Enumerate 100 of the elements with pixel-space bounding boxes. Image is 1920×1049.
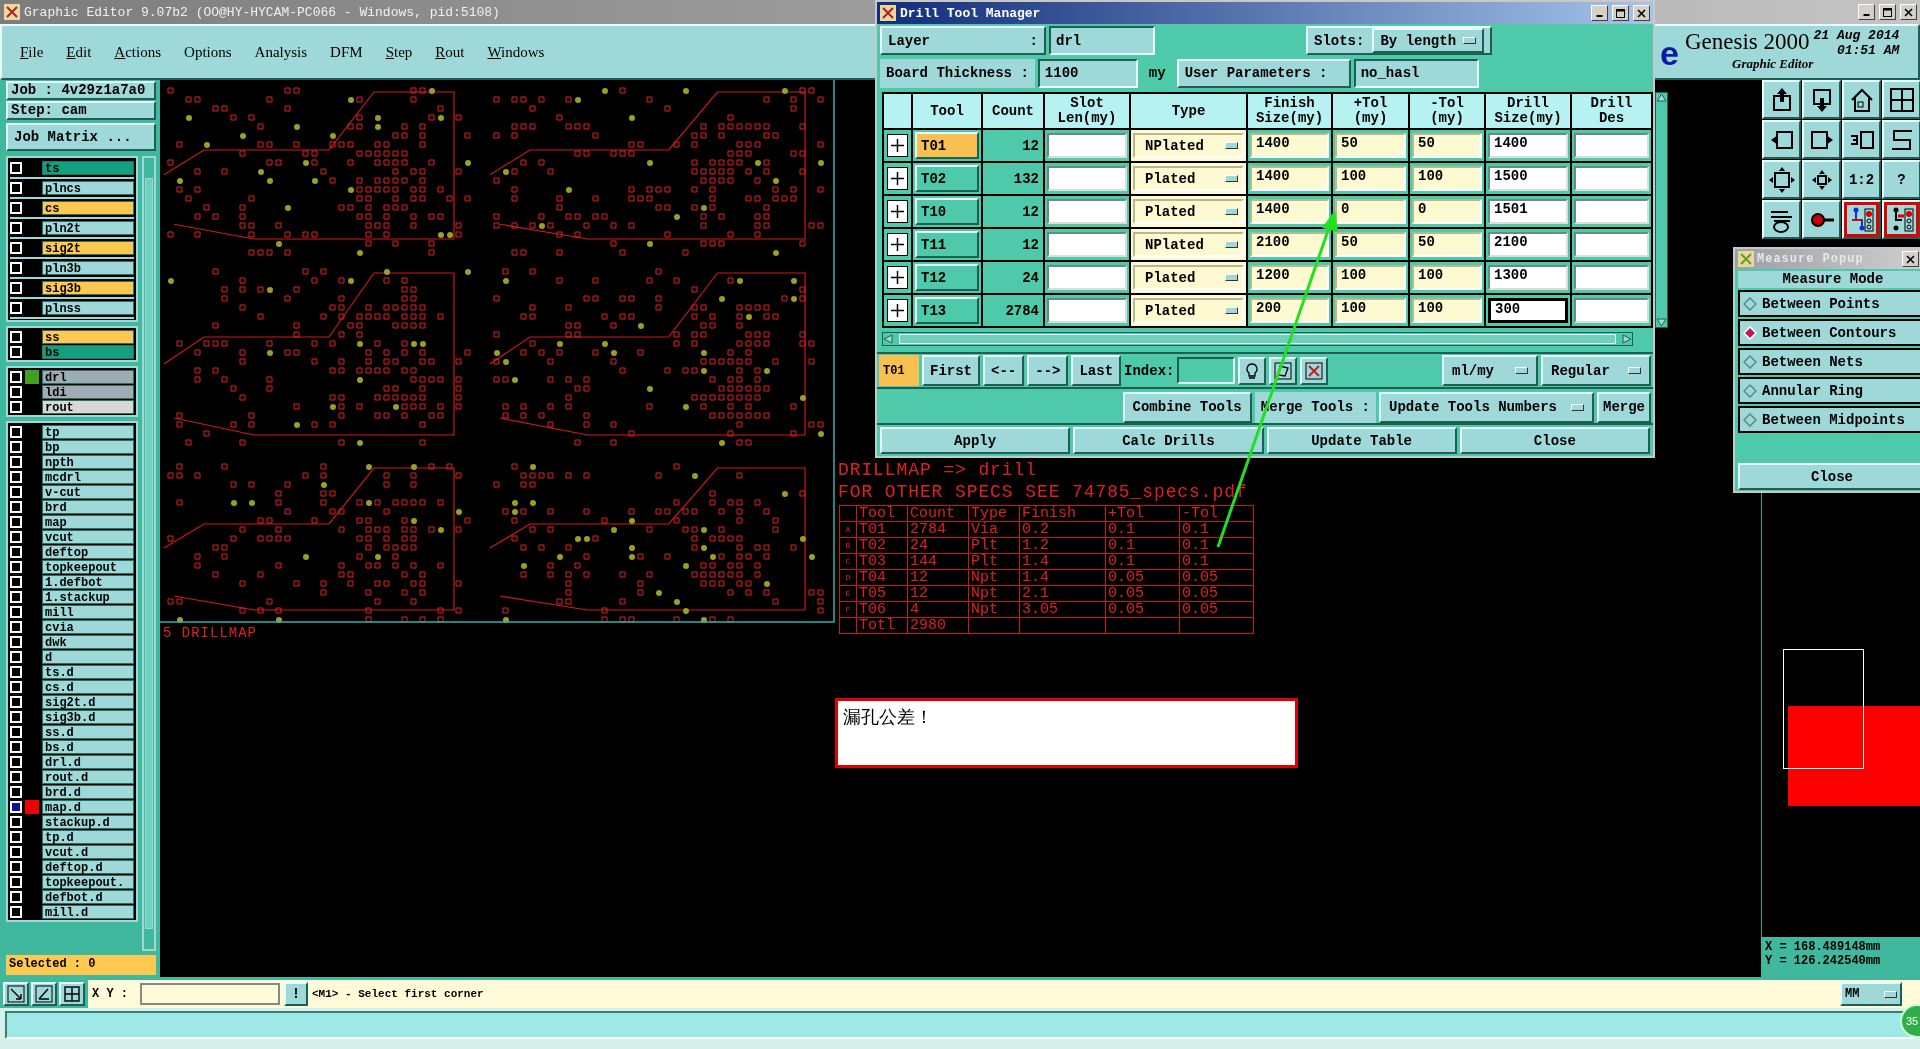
drill-size-field[interactable]: 1300	[1488, 265, 1568, 290]
drill-designator-field[interactable]	[1574, 133, 1649, 158]
finish-size-field[interactable]: 200	[1250, 298, 1329, 323]
scroll-left-icon[interactable]	[883, 334, 893, 344]
layer-name[interactable]: vcut.d	[42, 844, 134, 859]
merge-option-dropdown[interactable]: Update Tools Numbers	[1379, 391, 1594, 423]
close-button[interactable]	[1900, 4, 1917, 20]
finish-size-field[interactable]: 1400	[1250, 199, 1329, 224]
minus-tolerance-field[interactable]: 50	[1412, 232, 1482, 257]
units-dropdown[interactable]: ml/my	[1442, 355, 1538, 386]
toolbar-button[interactable]: ?	[1882, 160, 1920, 199]
drill-size-field[interactable]: 300	[1488, 298, 1568, 323]
layer-name[interactable]: mill.d	[42, 904, 134, 919]
layer-checkbox[interactable]	[10, 470, 22, 483]
drill-size-field[interactable]: 1500	[1488, 166, 1568, 191]
toolbar-button[interactable]	[1882, 200, 1920, 239]
type-dropdown[interactable]: Plated	[1133, 298, 1244, 323]
toolbar-button[interactable]	[1802, 200, 1841, 239]
layer-name[interactable]: brd	[42, 499, 134, 514]
radio-diamond-icon[interactable]	[1743, 296, 1757, 311]
finish-size-field[interactable]: 2100	[1250, 232, 1329, 257]
drill-size-field[interactable]: 2100	[1488, 232, 1568, 257]
layer-checkbox[interactable]	[10, 440, 22, 453]
layer-checkbox[interactable]	[10, 515, 22, 528]
minus-tolerance-field[interactable]: 100	[1412, 166, 1482, 191]
layer-name[interactable]: v-cut	[42, 484, 134, 499]
layer-checkbox[interactable]	[10, 575, 22, 588]
tool-button[interactable]: T10	[915, 198, 979, 225]
scrollbar[interactable]	[882, 332, 1633, 346]
menu-item[interactable]: Actions	[114, 43, 162, 61]
finish-size-field[interactable]: 1400	[1250, 133, 1329, 158]
scroll-right-icon[interactable]	[1622, 334, 1632, 344]
layer-name[interactable]: plnss	[42, 301, 134, 315]
close-button[interactable]: Close	[1738, 463, 1920, 490]
action-button[interactable]: Calc Drills	[1073, 427, 1264, 454]
nav-button[interactable]: First	[922, 355, 980, 386]
radio-diamond-icon[interactable]	[1743, 354, 1757, 369]
nav-button[interactable]: <--	[983, 355, 1025, 386]
layer-checkbox[interactable]	[10, 755, 22, 768]
toolbar-button[interactable]	[1762, 200, 1801, 239]
tool-button[interactable]: T12	[915, 264, 979, 291]
expand-button[interactable]	[887, 299, 908, 322]
layer-field[interactable]: drl	[1049, 26, 1155, 55]
layer-checkbox[interactable]	[10, 262, 22, 274]
layer-name[interactable]: sig2t.d	[42, 694, 134, 709]
measure-mode-option[interactable]: Between Midpoints	[1738, 406, 1920, 433]
angle-button[interactable]	[31, 982, 57, 1006]
layer-name[interactable]: ss	[42, 329, 134, 344]
menu-item[interactable]: Analysis	[254, 43, 308, 61]
layer-name[interactable]: ldi	[42, 384, 134, 399]
layer-checkbox[interactable]	[10, 345, 22, 358]
layer-name[interactable]: sig2t	[42, 241, 134, 255]
plus-tolerance-field[interactable]: 100	[1335, 298, 1406, 323]
toolbar-button[interactable]	[1882, 80, 1920, 119]
layer-name[interactable]: pln3b	[42, 261, 134, 275]
layer-checkbox[interactable]	[10, 545, 22, 558]
layer-name[interactable]: defbot.d	[42, 889, 134, 904]
close-button[interactable]	[1633, 5, 1650, 21]
layer-checkbox[interactable]	[10, 710, 22, 723]
layer-checkbox[interactable]	[10, 680, 22, 693]
layer-name[interactable]: map	[42, 514, 134, 529]
layer-checkbox[interactable]	[10, 650, 22, 663]
layer-checkbox[interactable]	[10, 635, 22, 648]
action-button[interactable]: Update Table	[1266, 427, 1457, 454]
minus-tolerance-field[interactable]: 100	[1412, 298, 1482, 323]
layer-checkbox[interactable]	[10, 620, 22, 633]
menu-item[interactable]: Edit	[66, 43, 92, 61]
nav-button[interactable]: Last	[1071, 355, 1122, 386]
menu-item[interactable]: Options	[184, 43, 232, 61]
toolbar-button[interactable]	[1762, 160, 1801, 199]
radio-diamond-icon[interactable]	[1743, 412, 1757, 427]
layer-checkbox[interactable]	[10, 605, 22, 618]
expand-button[interactable]	[887, 167, 908, 190]
layer-checkbox[interactable]	[10, 370, 22, 383]
mode-dropdown[interactable]: Regular	[1541, 355, 1651, 386]
menu-item[interactable]: Step	[385, 43, 413, 61]
layer-checkbox[interactable]	[10, 302, 22, 314]
layer-name[interactable]: vcut	[42, 529, 134, 544]
type-dropdown[interactable]: Plated	[1133, 265, 1244, 290]
layer-checkbox[interactable]	[10, 800, 22, 813]
layer-checkbox[interactable]	[10, 785, 22, 798]
toolbar-button[interactable]	[1842, 80, 1881, 119]
layer-name[interactable]: deftop.d	[42, 859, 134, 874]
tool-button[interactable]: T13	[915, 297, 979, 324]
toolbar-button[interactable]	[1802, 120, 1841, 159]
drill-size-field[interactable]: 1400	[1488, 133, 1568, 158]
layer-checkbox[interactable]	[10, 695, 22, 708]
index-field[interactable]	[1177, 357, 1236, 384]
nav-button[interactable]: -->	[1027, 355, 1069, 386]
layer-name[interactable]: ts.d	[42, 664, 134, 679]
layer-checkbox[interactable]	[10, 890, 22, 903]
layer-checkbox[interactable]	[10, 385, 22, 398]
drill-designator-field[interactable]	[1574, 298, 1649, 323]
layer-name[interactable]: sig3b	[42, 281, 134, 295]
layer-name[interactable]: d	[42, 649, 134, 664]
plus-tolerance-field[interactable]: 50	[1335, 133, 1406, 158]
layer-checkbox[interactable]	[10, 815, 22, 828]
layer-name[interactable]: 1.stackup	[42, 589, 134, 604]
scrollbar[interactable]	[1655, 92, 1668, 328]
layer-name[interactable]: bs.d	[42, 739, 134, 754]
